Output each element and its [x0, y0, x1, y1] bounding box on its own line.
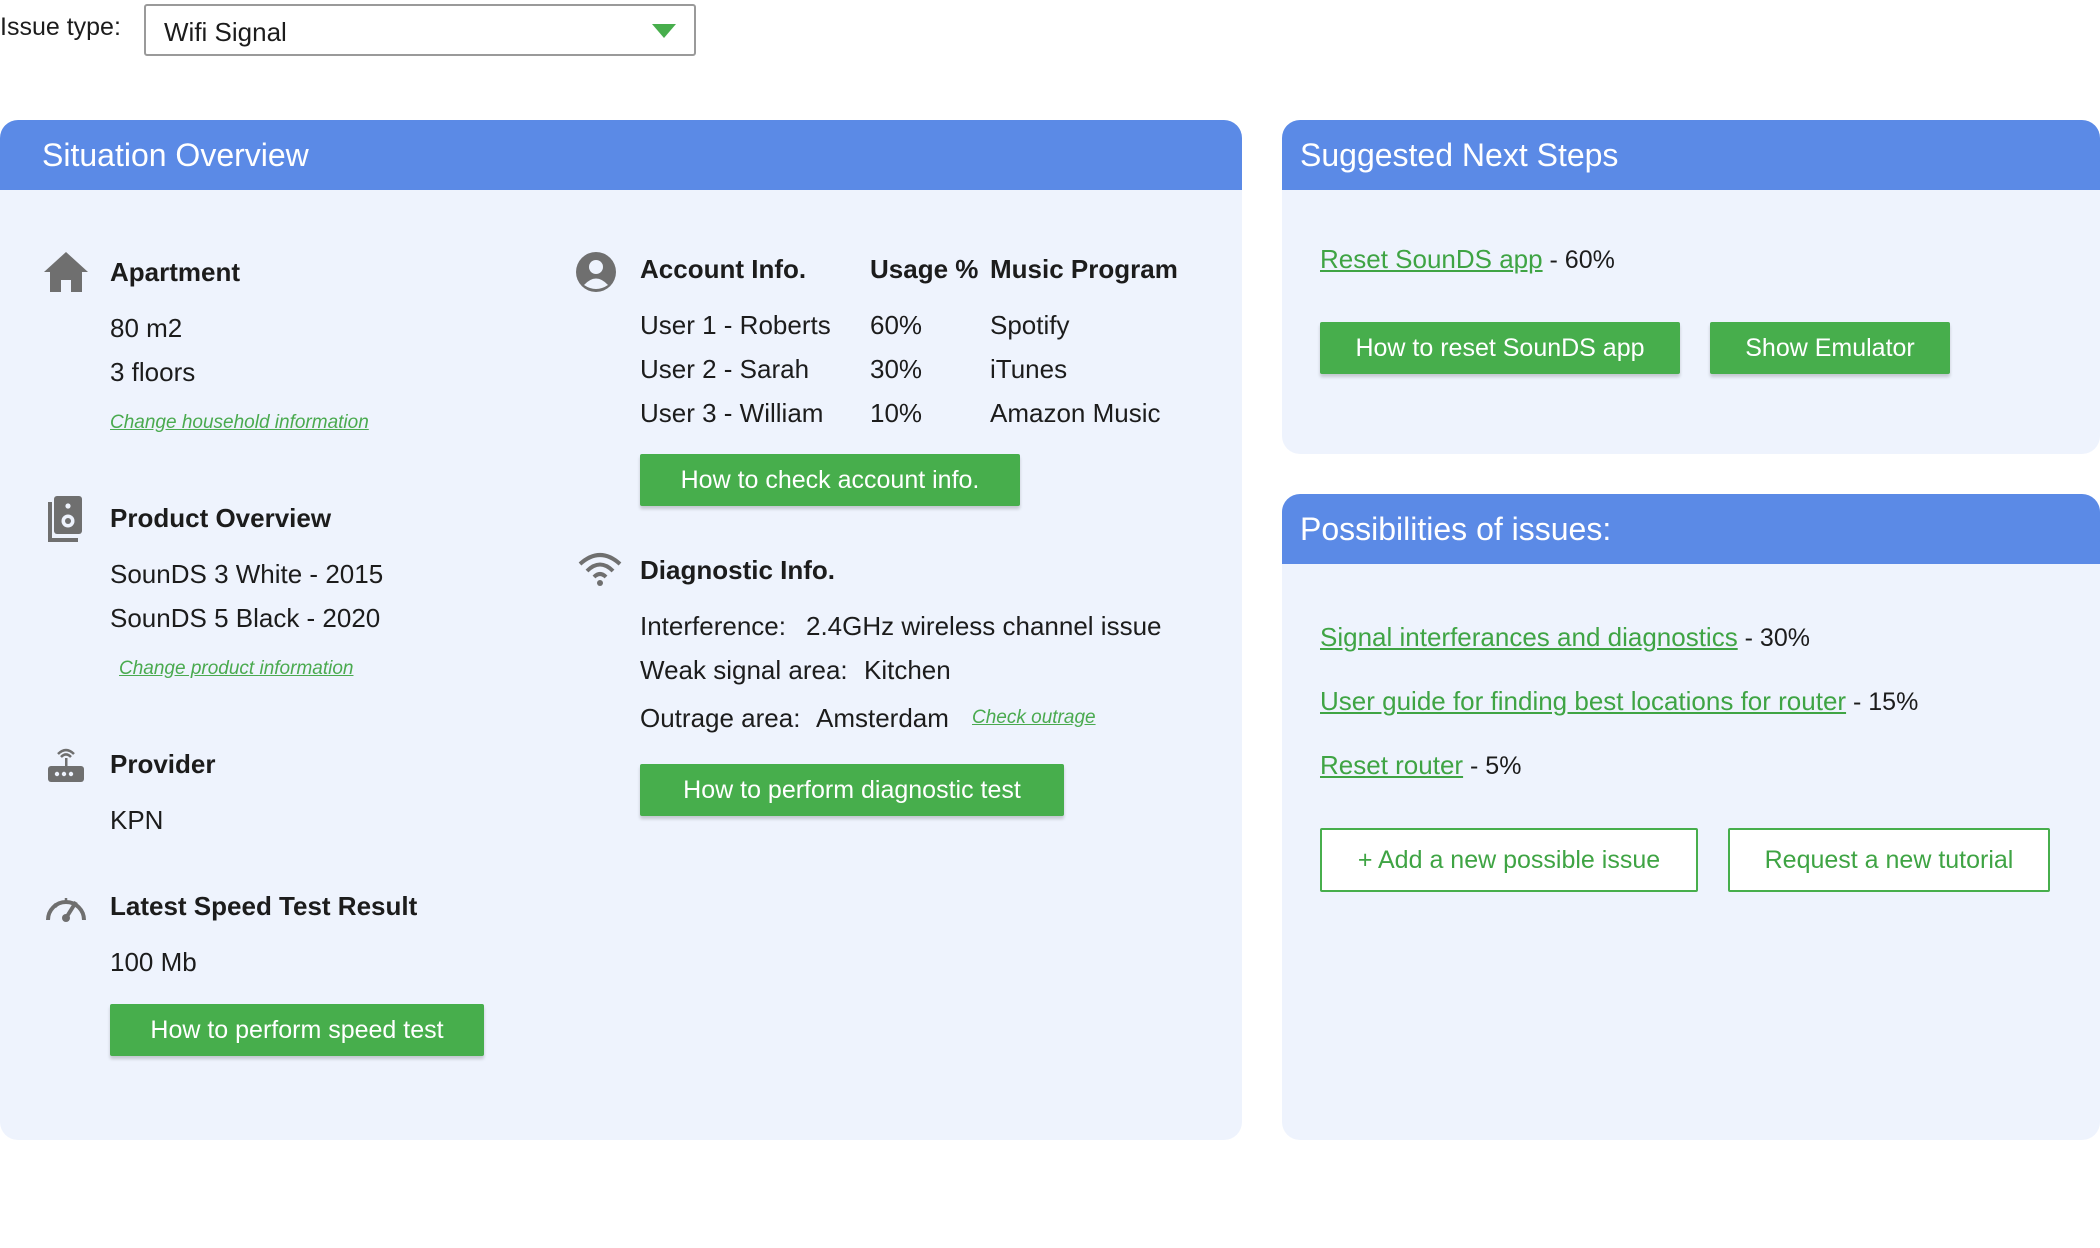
check-outage-link[interactable]: Check outrage: [972, 707, 1096, 729]
product-item-1: SounDS 3 White - 2015: [110, 559, 384, 589]
check-account-button[interactable]: How to check account info.: [640, 454, 1020, 506]
issue-link-router-location[interactable]: User guide for finding best locations fo…: [1320, 686, 1846, 716]
account-col-header: Account Info.: [640, 254, 807, 284]
account-row-3-music: Amazon Music: [990, 398, 1161, 428]
music-col-header: Music Program: [990, 254, 1178, 284]
next-steps-panel: Suggested Next Steps: [1282, 120, 2100, 454]
speedometer-icon: [46, 898, 86, 922]
user-avatar-icon: [576, 252, 616, 292]
interference-value: 2.4GHz wireless channel issue: [806, 611, 1162, 641]
account-row-3-user: User 3 - William: [640, 398, 824, 428]
weak-signal-label: Weak signal area:: [640, 655, 848, 685]
change-product-link[interactable]: Change product information: [119, 658, 353, 680]
apartment-heading: Apartment: [110, 257, 241, 287]
request-tutorial-button[interactable]: Request a new tutorial: [1728, 828, 2050, 892]
wifi-icon: [578, 553, 622, 586]
account-row-3-usage: 10%: [870, 398, 923, 428]
issue-type-select[interactable]: Wifi Signal: [144, 4, 696, 56]
speed-test-value: 100 Mb: [110, 947, 197, 977]
show-emulator-button[interactable]: Show Emulator: [1710, 322, 1950, 374]
weak-signal-value: Kitchen: [864, 655, 951, 685]
reset-app-percent: - 60%: [1542, 246, 1615, 274]
provider-heading: Provider: [110, 749, 216, 779]
issue-item: Signal interferances and diagnostics - 3…: [1320, 622, 1810, 653]
provider-value: KPN: [110, 805, 164, 835]
account-row-2-music: iTunes: [990, 354, 1068, 384]
speed-test-heading: Latest Speed Test Result: [110, 891, 418, 921]
issue-percent: - 15%: [1846, 688, 1919, 716]
usage-col-header: Usage %: [870, 254, 979, 284]
diagnostic-heading: Diagnostic Info.: [640, 555, 835, 585]
router-icon: [48, 748, 84, 782]
product-heading: Product Overview: [110, 503, 332, 533]
apartment-floors: 3 floors: [110, 357, 196, 387]
account-row-2-usage: 30%: [870, 354, 923, 384]
possible-issues-panel: Possibilities of issues:: [1282, 494, 2100, 1140]
diagnostic-test-button[interactable]: How to perform diagnostic test: [640, 764, 1064, 816]
chevron-down-icon: [652, 24, 676, 38]
issue-type-label: Issue type:: [0, 13, 121, 41]
issue-percent: - 30%: [1737, 624, 1810, 652]
account-row-1-usage: 60%: [870, 310, 923, 340]
interference-label: Interference:: [640, 611, 786, 641]
issue-link-reset-router[interactable]: Reset router: [1320, 750, 1463, 780]
issue-item: Reset router - 5%: [1320, 750, 1521, 781]
situation-overview-title: Situation Overview: [0, 120, 1242, 190]
reset-app-link[interactable]: Reset SounDS app: [1320, 244, 1543, 274]
outage-label: Outrage area:: [640, 703, 801, 733]
home-icon: [44, 252, 88, 292]
change-household-link[interactable]: Change household information: [110, 412, 369, 434]
apartment-area: 80 m2: [110, 313, 183, 343]
reset-app-button[interactable]: How to reset SounDS app: [1320, 322, 1680, 374]
issue-item: User guide for finding best locations fo…: [1320, 686, 1918, 717]
issue-type-value: Wifi Signal: [164, 17, 287, 47]
outage-value: Amsterdam: [816, 703, 949, 733]
next-steps-title: Suggested Next Steps: [1282, 120, 2100, 190]
account-row-1-user: User 1 - Roberts: [640, 310, 831, 340]
account-row-1-music: Spotify: [990, 310, 1070, 340]
possible-issues-title: Possibilities of issues:: [1282, 494, 2100, 564]
next-step-item: Reset SounDS app - 60%: [1320, 244, 1615, 275]
issue-link-interference[interactable]: Signal interferances and diagnostics: [1320, 622, 1738, 652]
account-row-2-user: User 2 - Sarah: [640, 354, 810, 384]
speaker-icon: [48, 496, 82, 542]
issue-percent: - 5%: [1463, 752, 1522, 780]
speed-test-button[interactable]: How to perform speed test: [110, 1004, 484, 1056]
add-issue-button[interactable]: + Add a new possible issue: [1320, 828, 1698, 892]
product-item-2: SounDS 5 Black - 2020: [110, 603, 381, 633]
